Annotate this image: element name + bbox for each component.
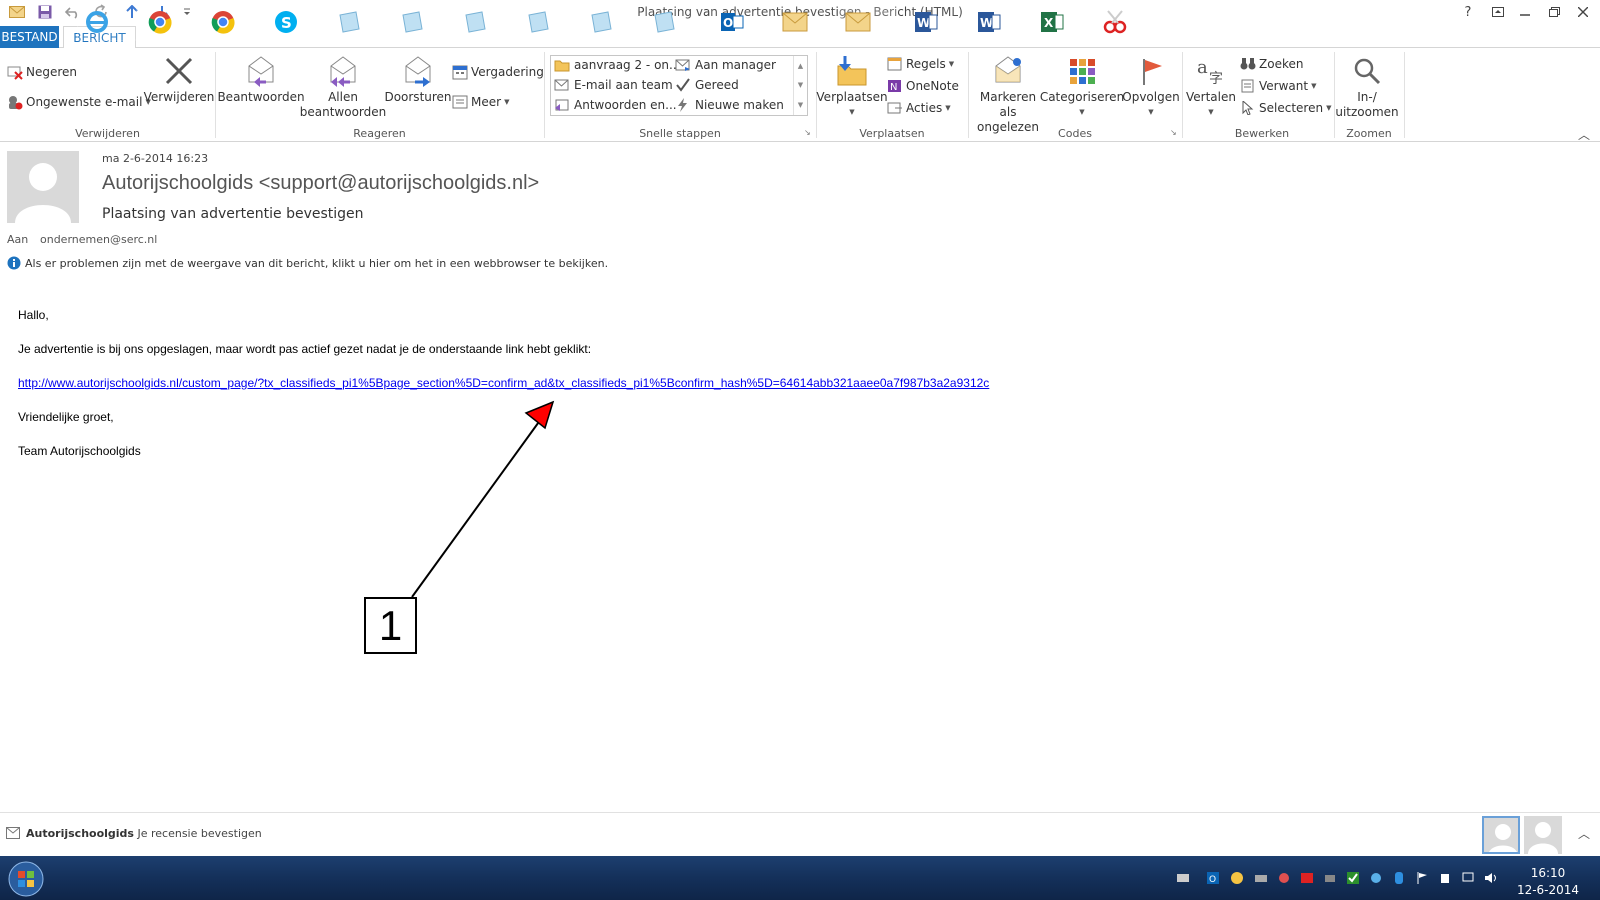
document-window-icon bbox=[397, 7, 427, 37]
people-pane-name: Autorijschoolgids bbox=[26, 827, 134, 840]
clock-time[interactable]: 16:10 bbox=[1512, 866, 1584, 880]
expand-people-pane-icon[interactable]: ︿ bbox=[1578, 825, 1590, 842]
people-pane: Autorijschoolgids Je recensie bevestigen… bbox=[0, 812, 1600, 856]
taskbar-label: S... bbox=[1134, 15, 1154, 29]
taskbar-mail-2-active[interactable]: P... bbox=[838, 3, 898, 41]
taskbar-skype[interactable]: S S... bbox=[266, 3, 326, 41]
taskbar-label: k... bbox=[620, 15, 639, 29]
taskbar-label: 6... bbox=[814, 15, 834, 29]
taskbar-window-3[interactable]: ri... bbox=[455, 3, 515, 41]
device-icon[interactable] bbox=[1323, 871, 1337, 885]
mail-envelope-icon bbox=[843, 7, 873, 37]
taskbar-window-6[interactable] bbox=[644, 3, 704, 41]
taskbar-window-5[interactable]: k... bbox=[581, 3, 641, 41]
document-window-icon bbox=[334, 7, 364, 37]
taskbar-word-2[interactable]: W bbox=[969, 3, 1029, 41]
taskbar-label: '... bbox=[179, 15, 194, 29]
annotation-label: 1 bbox=[364, 597, 417, 654]
chrome-icon bbox=[208, 7, 238, 37]
taskbar-window-2[interactable]: ri... bbox=[392, 3, 452, 41]
taskbar-chrome-2[interactable]: R... bbox=[203, 3, 263, 41]
volume-icon[interactable] bbox=[1484, 871, 1498, 885]
red-app-icon[interactable] bbox=[1300, 871, 1314, 885]
outlook-icon: O bbox=[717, 7, 747, 37]
taskbar-word-1[interactable]: W bbox=[906, 3, 966, 41]
document-window-icon bbox=[523, 7, 553, 37]
svg-text:W: W bbox=[917, 16, 930, 30]
scissors-icon bbox=[1100, 7, 1130, 37]
word-icon: W bbox=[911, 7, 941, 37]
taskbar-label: S... bbox=[305, 15, 325, 29]
svg-text:X: X bbox=[1044, 16, 1054, 30]
taskbar-label: D... bbox=[116, 15, 137, 29]
taskbar-label: ri... bbox=[431, 15, 451, 29]
svg-text:O: O bbox=[723, 16, 733, 30]
action-center-flag-icon[interactable] bbox=[1415, 871, 1429, 885]
taskbar-mail-1[interactable]: 6... bbox=[775, 3, 835, 41]
document-window-icon bbox=[460, 7, 490, 37]
svg-text:O: O bbox=[1209, 875, 1216, 885]
taskbar-chrome-1[interactable]: '... bbox=[140, 3, 200, 41]
settings-app-icon[interactable] bbox=[1369, 871, 1383, 885]
mail-icon bbox=[6, 827, 20, 839]
taskbar-window-4[interactable]: d... bbox=[518, 3, 578, 41]
taskbar-label: P... bbox=[877, 15, 894, 29]
word-icon: W bbox=[974, 7, 1004, 37]
taskbar-snipping-tool[interactable]: S... bbox=[1095, 3, 1155, 41]
people-pane-item[interactable]: Autorijschoolgids Je recensie bevestigen bbox=[26, 827, 262, 840]
notes-icon[interactable] bbox=[1230, 871, 1244, 885]
chrome-icon bbox=[145, 7, 175, 37]
taskbar-label: ri... bbox=[494, 15, 514, 29]
person-thumbnail[interactable] bbox=[1524, 816, 1562, 854]
excel-icon: X bbox=[1037, 7, 1067, 37]
power-icon[interactable] bbox=[1438, 871, 1452, 885]
people-pane-subject: Je recensie bevestigen bbox=[137, 827, 262, 840]
person-thumbnail[interactable] bbox=[1482, 816, 1520, 854]
svg-text:S: S bbox=[281, 14, 292, 32]
taskbar-ie[interactable]: D... bbox=[77, 3, 137, 41]
svg-text:W: W bbox=[980, 16, 993, 30]
document-window-icon bbox=[649, 7, 679, 37]
bluetooth-icon[interactable] bbox=[1392, 871, 1406, 885]
skype-icon: S bbox=[271, 7, 301, 37]
taskbar-excel[interactable]: X k... bbox=[1032, 3, 1092, 41]
green-check-icon[interactable] bbox=[1346, 871, 1360, 885]
keyboard-icon[interactable] bbox=[1176, 871, 1190, 885]
taskbar-label: k... bbox=[1071, 15, 1090, 29]
taskbar-outlook[interactable]: O P... bbox=[712, 3, 772, 41]
network-icon[interactable] bbox=[1461, 871, 1475, 885]
document-window-icon bbox=[586, 7, 616, 37]
taskbar-label: d... bbox=[557, 15, 577, 29]
start-button[interactable] bbox=[6, 859, 46, 899]
printer-icon[interactable] bbox=[1254, 871, 1268, 885]
outlook-tray-icon[interactable]: O bbox=[1206, 871, 1220, 885]
clock-date[interactable]: 12-6-2014 bbox=[1512, 883, 1584, 897]
taskbar-label: y... bbox=[368, 15, 385, 29]
taskbar bbox=[0, 856, 1600, 900]
taskbar-window-1[interactable]: y... bbox=[329, 3, 389, 41]
mail-envelope-icon bbox=[780, 7, 810, 37]
annotation-arrow bbox=[411, 400, 555, 598]
internet-explorer-icon bbox=[82, 7, 112, 37]
taskbar-label: P... bbox=[751, 15, 768, 29]
network-tool-icon[interactable] bbox=[1277, 871, 1291, 885]
taskbar-label: R... bbox=[242, 15, 262, 29]
